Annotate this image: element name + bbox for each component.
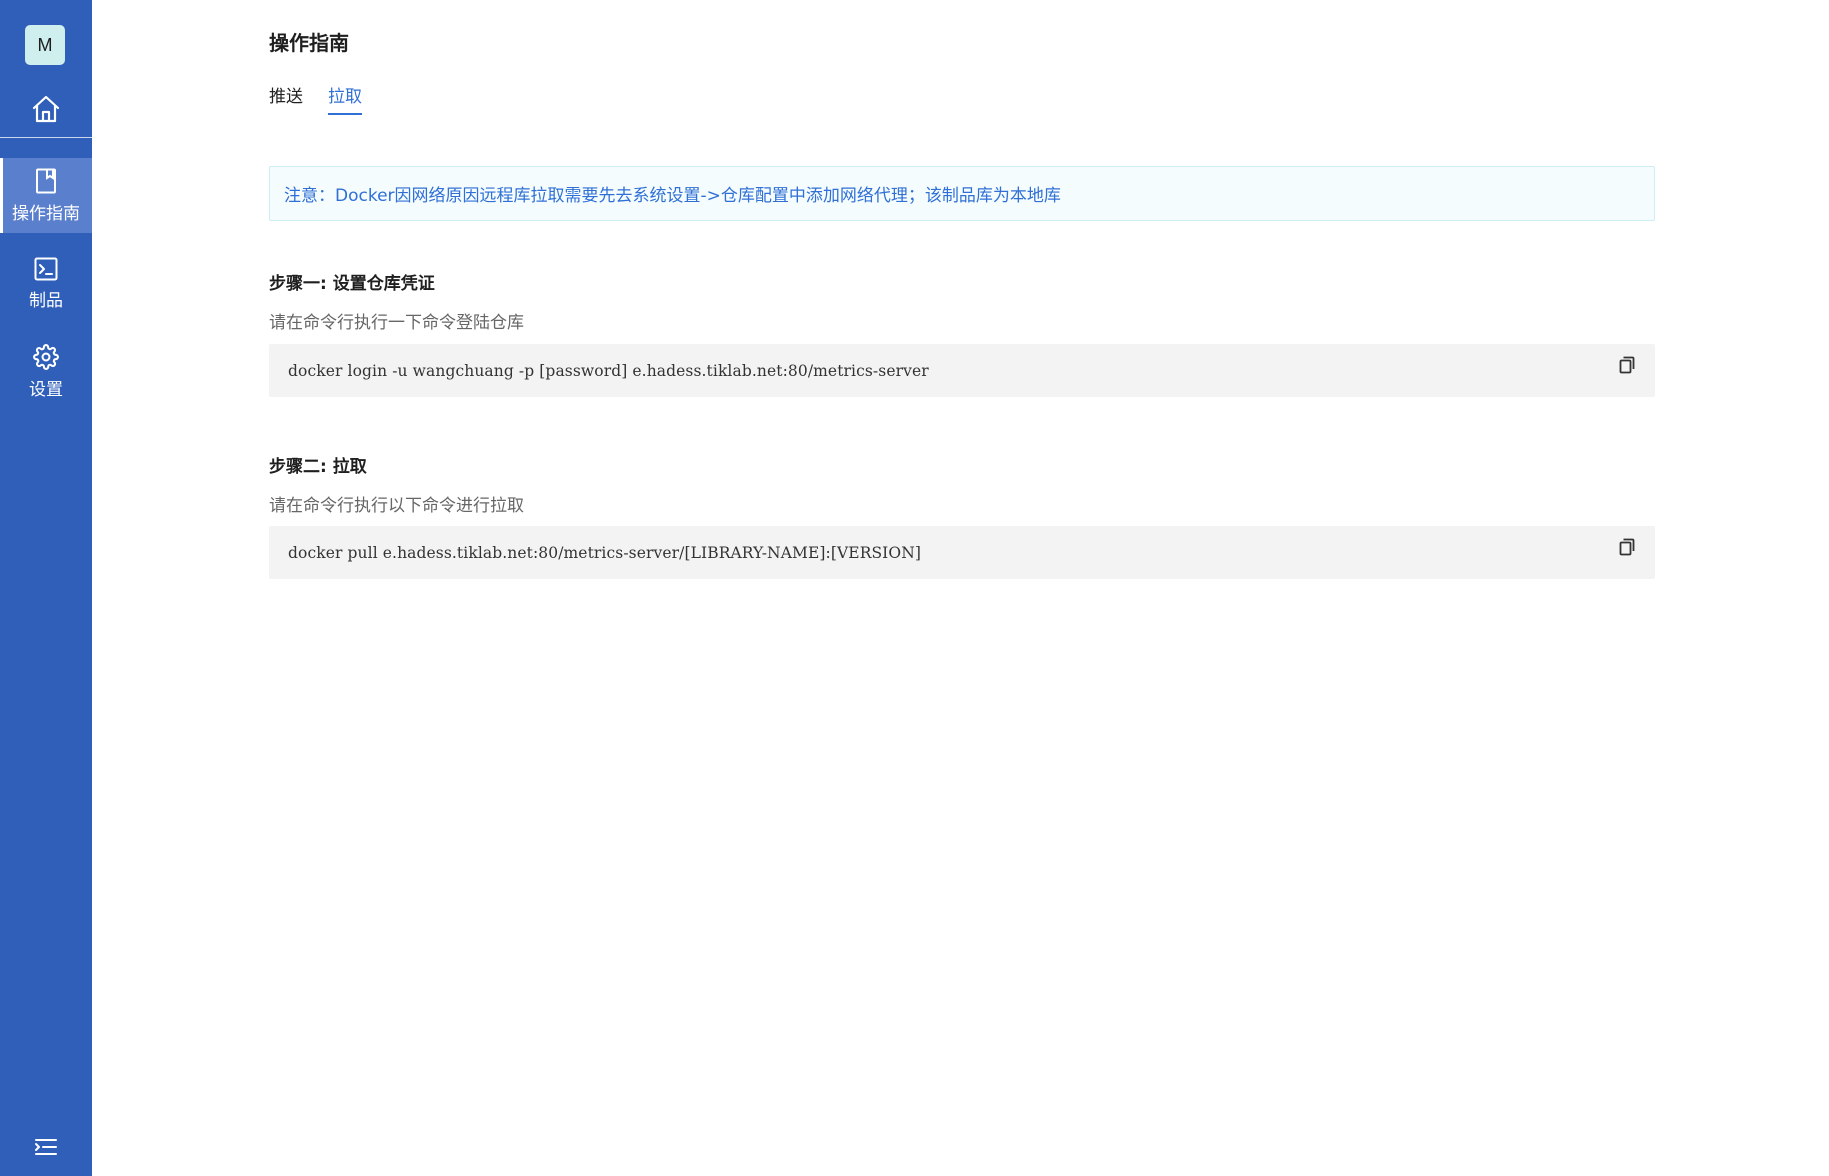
sidebar-item-artifacts[interactable]: 制品 xyxy=(0,246,92,321)
gear-icon xyxy=(33,343,59,374)
terminal-icon xyxy=(34,257,58,285)
copy-icon xyxy=(1619,538,1635,560)
login-command-text[interactable]: docker login -u wangchuang -p [password]… xyxy=(288,362,929,380)
tab-bar: 推送 拉取 xyxy=(269,82,362,115)
sidebar-item-label: 设置 xyxy=(29,379,63,400)
home-button[interactable] xyxy=(0,86,92,136)
pull-command-block: docker pull e.hadess.tiklab.net:80/metri… xyxy=(269,526,1655,579)
sidebar-item-guide[interactable]: 操作指南 xyxy=(0,158,92,233)
sidebar-divider xyxy=(0,137,92,138)
step-one-title: 步骤一: 设置仓库凭证 xyxy=(269,274,435,294)
step-one-description: 请在命令行执行一下命令登陆仓库 xyxy=(269,313,524,333)
page-title: 操作指南 xyxy=(269,31,349,55)
sidebar: M 操作指南 制品 设置 xyxy=(0,0,92,1176)
step-two-title: 步骤二: 拉取 xyxy=(269,457,367,477)
copy-icon xyxy=(1619,356,1635,378)
notice-text: 注意：Docker因网络原因远程库拉取需要先去系统设置->仓库配置中添加网络代理… xyxy=(284,186,1061,206)
step-two-description: 请在命令行执行以下命令进行拉取 xyxy=(269,496,524,516)
tab-pull[interactable]: 拉取 xyxy=(328,82,362,115)
home-icon xyxy=(30,93,62,129)
app-root: M 操作指南 制品 设置 操作指南 推送 拉取 注意：Docker因网络原因远程… xyxy=(0,0,1829,1176)
sidebar-collapse-button[interactable] xyxy=(0,1133,92,1165)
avatar[interactable]: M xyxy=(25,25,65,65)
login-command-block: docker login -u wangchuang -p [password]… xyxy=(269,344,1655,397)
sidebar-item-label: 操作指南 xyxy=(12,203,80,224)
copy-pull-command-button[interactable] xyxy=(1617,538,1637,560)
sidebar-item-label: 制品 xyxy=(29,290,63,311)
tab-push[interactable]: 推送 xyxy=(269,82,303,115)
sidebar-item-settings[interactable]: 设置 xyxy=(0,334,92,409)
main-content: 操作指南 推送 拉取 注意：Docker因网络原因远程库拉取需要先去系统设置->… xyxy=(92,0,1829,1176)
menu-indent-icon xyxy=(34,1137,58,1161)
pull-command-text[interactable]: docker pull e.hadess.tiklab.net:80/metri… xyxy=(288,544,921,562)
copy-login-command-button[interactable] xyxy=(1617,356,1637,378)
book-icon xyxy=(35,168,57,198)
notice-banner: 注意：Docker因网络原因远程库拉取需要先去系统设置->仓库配置中添加网络代理… xyxy=(269,166,1655,221)
